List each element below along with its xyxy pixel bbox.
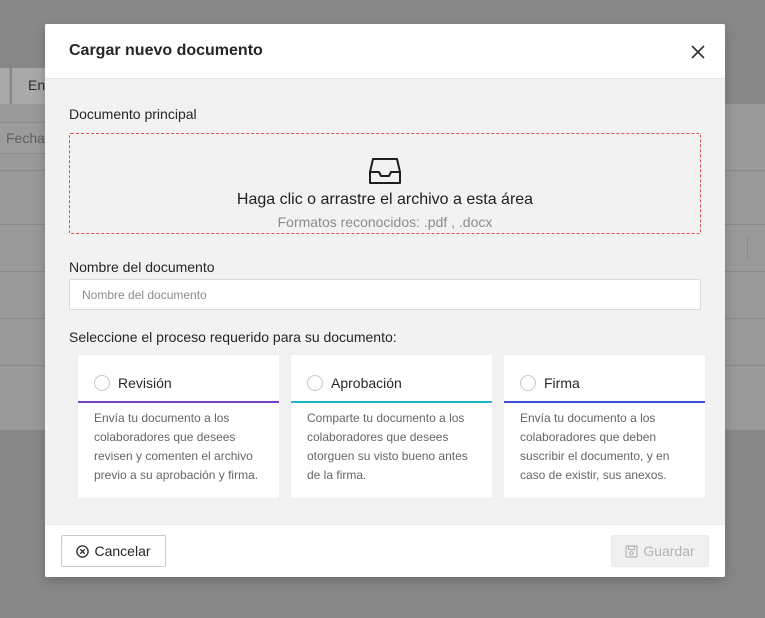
- save-button[interactable]: Guardar: [611, 535, 709, 567]
- main-document-label: Documento principal: [69, 106, 197, 122]
- background-cell-divider: [747, 236, 748, 260]
- file-dropzone[interactable]: Haga clic o arrastre el archivo a esta á…: [69, 133, 701, 234]
- modal-title: Cargar nuevo documento: [69, 42, 263, 59]
- document-name-label: Nombre del documento: [69, 259, 215, 275]
- process-card-header: Aprobación: [291, 355, 492, 401]
- process-description-signature: Envía tu documento a los colaboradores q…: [520, 411, 670, 482]
- close-icon[interactable]: [691, 45, 707, 61]
- document-name-input[interactable]: [69, 279, 701, 310]
- process-card-header: Firma: [504, 355, 705, 401]
- background-tab-label: En: [28, 77, 46, 93]
- background-tab-edge: [0, 68, 10, 104]
- dropzone-hint: Formatos reconocidos: .pdf , .docx: [277, 214, 493, 230]
- cancel-button-label: Cancelar: [94, 543, 151, 559]
- modal-body: Documento principal Haga clic o arrastre…: [45, 79, 725, 524]
- dropzone-text: Haga clic o arrastre el archivo a esta á…: [236, 191, 534, 208]
- modal-footer: Cancelar Guardar: [45, 524, 725, 577]
- process-title-approval: Aprobación: [331, 375, 402, 391]
- background-date-filter: Fecha: [0, 122, 48, 154]
- modal-header: Cargar nuevo documento: [45, 24, 725, 79]
- process-description-revision: Envía tu documento a los colaboradores q…: [94, 411, 259, 482]
- close-circle-icon: [76, 544, 90, 558]
- save-icon: [625, 544, 638, 558]
- process-title-revision: Revisión: [118, 375, 172, 391]
- process-card-revision[interactable]: Revisión Envía tu documento a los colabo…: [77, 354, 280, 499]
- background-date-filter-placeholder: Fecha: [6, 130, 45, 146]
- process-title-signature: Firma: [544, 375, 580, 391]
- process-card-approval[interactable]: Aprobación Comparte tu documento a los c…: [290, 354, 493, 499]
- process-card-header: Revisión: [78, 355, 279, 401]
- process-description-approval: Comparte tu documento a los colaboradore…: [307, 411, 468, 482]
- process-label: Seleccione el proceso requerido para su …: [69, 329, 397, 345]
- radio-approval[interactable]: [307, 375, 323, 391]
- cancel-button[interactable]: Cancelar: [61, 535, 166, 567]
- radio-revision[interactable]: [94, 375, 110, 391]
- process-card-signature[interactable]: Firma Envía tu documento a los colaborad…: [503, 354, 706, 499]
- save-button-label: Guardar: [643, 543, 695, 559]
- inbox-icon: [369, 156, 401, 186]
- radio-signature[interactable]: [520, 375, 536, 391]
- upload-document-modal: Cargar nuevo documento Documento princip…: [45, 24, 725, 577]
